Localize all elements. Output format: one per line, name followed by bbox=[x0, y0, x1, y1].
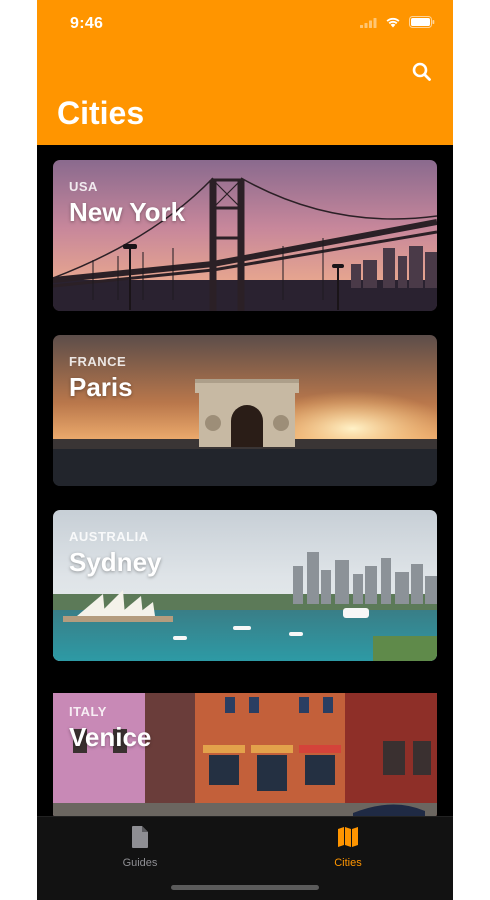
city-image-new-york bbox=[53, 160, 437, 311]
card-country: FRANCE bbox=[69, 354, 127, 369]
tab-label-guides: Guides bbox=[122, 857, 158, 869]
card-city: New York bbox=[69, 197, 186, 227]
wifi-icon bbox=[386, 17, 400, 28]
status-icons bbox=[360, 16, 435, 28]
battery-icon bbox=[409, 16, 435, 28]
navigation-header: 9:46 Cities bbox=[37, 0, 453, 145]
tab-label-cities: Cities bbox=[334, 857, 362, 869]
page-title: Cities bbox=[57, 95, 145, 131]
status-time: 9:46 bbox=[70, 15, 104, 32]
card-city: Venice bbox=[69, 722, 152, 752]
tab-guides[interactable]: Guides bbox=[80, 825, 200, 869]
phone-screen: 9:46 Cities USA New York FRANCE Paris AU… bbox=[37, 0, 453, 900]
city-card-sydney[interactable]: AUSTRALIA Sydney bbox=[53, 510, 437, 661]
search-icon bbox=[412, 62, 431, 81]
home-indicator[interactable] bbox=[171, 885, 319, 890]
card-country: AUSTRALIA bbox=[69, 529, 149, 544]
tab-cities[interactable]: Cities bbox=[288, 825, 408, 869]
city-list: USA New York FRANCE Paris AUSTRALIA Sydn… bbox=[53, 160, 437, 844]
city-card-paris[interactable]: FRANCE Paris bbox=[53, 335, 437, 486]
card-city: Sydney bbox=[69, 547, 162, 577]
city-card-venice[interactable]: ITALY Venice bbox=[53, 685, 437, 820]
search-button[interactable] bbox=[411, 61, 433, 83]
city-card-new-york[interactable]: USA New York bbox=[53, 160, 437, 311]
document-icon bbox=[132, 826, 148, 848]
card-city: Paris bbox=[69, 372, 133, 402]
card-country: ITALY bbox=[69, 704, 107, 719]
map-icon bbox=[338, 827, 358, 847]
signal-icon bbox=[360, 17, 377, 28]
card-country: USA bbox=[69, 179, 98, 194]
